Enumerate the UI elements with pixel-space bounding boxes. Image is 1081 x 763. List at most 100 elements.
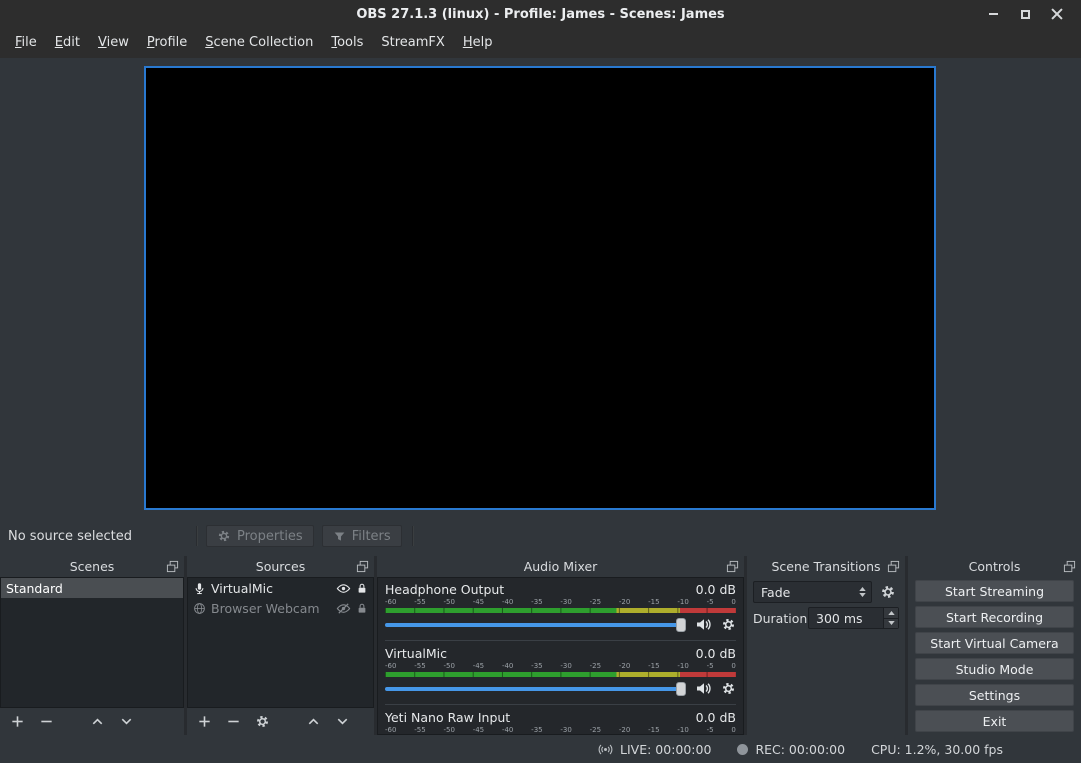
audio-mixer-body: Headphone Output 0.0 dB -60-55-50-45-40-…: [377, 577, 744, 735]
scene-transitions-header: Scene Transitions: [747, 556, 905, 577]
speaker-icon[interactable]: [695, 680, 712, 697]
gear-icon: [217, 529, 231, 543]
mixer-channel-yeti-nano: Yeti Nano Raw Input 0.0 dB -60-55-50-45-…: [385, 704, 736, 735]
minimize-button[interactable]: [977, 2, 1009, 26]
volume-slider[interactable]: [385, 623, 686, 627]
properties-button[interactable]: Properties: [206, 525, 314, 547]
combo-arrows-icon: [859, 582, 866, 602]
scenes-panel: Scenes Standard: [0, 556, 184, 735]
sources-panel-header: Sources: [187, 556, 374, 577]
meter-scale: -60-55-50-45-40-35-30-25-20-15-10-50: [385, 598, 736, 607]
filter-icon: [333, 530, 346, 543]
eye-slash-icon[interactable]: [336, 601, 351, 616]
source-properties-button[interactable]: [254, 714, 270, 730]
menu-tools[interactable]: Tools: [322, 28, 372, 58]
popout-icon[interactable]: [726, 560, 739, 573]
scene-transitions-title: Scene Transitions: [771, 559, 880, 574]
move-source-down-button[interactable]: [334, 714, 350, 730]
microphone-icon: [193, 582, 206, 595]
separator: [196, 526, 198, 546]
gear-icon[interactable]: [721, 617, 736, 632]
menu-view[interactable]: View: [89, 28, 138, 58]
exit-button[interactable]: Exit: [915, 710, 1074, 732]
menu-profile[interactable]: Profile: [138, 28, 196, 58]
menu-scene-collection[interactable]: Scene Collection: [196, 28, 322, 58]
maximize-button[interactable]: [1009, 2, 1041, 26]
gear-icon[interactable]: [721, 681, 736, 696]
controls-panel-header: Controls: [908, 556, 1081, 577]
meter-scale: -60-55-50-45-40-35-30-25-20-15-10-50: [385, 726, 736, 735]
close-button[interactable]: [1041, 2, 1073, 26]
source-context-status: No source selected: [0, 529, 196, 544]
channel-name: VirtualMic: [385, 646, 447, 661]
transition-properties-button[interactable]: [877, 581, 899, 603]
stats-text: CPU: 1.2%, 30.00 fps: [871, 742, 1003, 757]
sources-toolbar: [187, 708, 374, 735]
transition-select[interactable]: Fade: [753, 581, 872, 603]
menu-file[interactable]: File: [6, 28, 46, 58]
channel-level: 0.0 dB: [696, 646, 736, 661]
popout-icon[interactable]: [887, 560, 900, 573]
duration-spinbox[interactable]: 300 ms: [808, 607, 899, 629]
source-name: VirtualMic: [211, 581, 331, 596]
menu-help[interactable]: Help: [454, 28, 502, 58]
duration-increment-button[interactable]: [884, 608, 898, 618]
start-recording-button[interactable]: Start Recording: [915, 606, 1074, 628]
channel-name: Headphone Output: [385, 582, 504, 597]
remove-scene-button[interactable]: [38, 714, 54, 730]
separator: [412, 526, 414, 546]
eye-icon[interactable]: [336, 581, 351, 596]
duration-decrement-button[interactable]: [884, 618, 898, 629]
settings-button[interactable]: Settings: [915, 684, 1074, 706]
source-item-browser-webcam[interactable]: Browser Webcam: [188, 598, 373, 618]
sources-list: VirtualMic Browser Webcam: [187, 577, 374, 708]
sources-panel-title: Sources: [256, 559, 305, 574]
source-name: Browser Webcam: [211, 601, 331, 616]
start-streaming-button[interactable]: Start Streaming: [915, 580, 1074, 602]
start-virtual-camera-button[interactable]: Start Virtual Camera: [915, 632, 1074, 654]
volume-slider[interactable]: [385, 687, 686, 691]
move-source-up-button[interactable]: [305, 714, 321, 730]
filters-button[interactable]: Filters: [322, 525, 402, 547]
maximize-icon: [1021, 10, 1030, 19]
controls-panel-title: Controls: [969, 559, 1021, 574]
scene-item-standard[interactable]: Standard: [1, 578, 183, 598]
meter-scale: -60-55-50-45-40-35-30-25-20-15-10-50: [385, 662, 736, 671]
source-context-bar: No source selected Properties Filters: [0, 522, 1081, 550]
dock-area: Scenes Standard So: [0, 556, 1081, 735]
channel-level: 0.0 dB: [696, 710, 736, 725]
source-item-virtualmic[interactable]: VirtualMic: [188, 578, 373, 598]
duration-label: Duration: [753, 611, 803, 626]
lock-icon[interactable]: [356, 582, 368, 595]
minimize-icon: [989, 13, 998, 15]
menu-edit[interactable]: Edit: [46, 28, 89, 58]
menu-streamfx[interactable]: StreamFX: [372, 28, 453, 58]
volume-slider-handle[interactable]: [676, 618, 686, 632]
rec-time: REC: 00:00:00: [755, 742, 845, 757]
cpu-fps-stats: CPU: 1.2%, 30.00 fps: [871, 742, 1003, 757]
remove-source-button[interactable]: [225, 714, 241, 730]
popout-icon[interactable]: [166, 560, 179, 573]
controls-panel: Controls Start Streaming Start Recording…: [908, 556, 1081, 735]
add-scene-button[interactable]: [9, 714, 25, 730]
add-source-button[interactable]: [196, 714, 212, 730]
titlebar: OBS 27.1.3 (linux) - Profile: James - Sc…: [0, 0, 1081, 28]
scene-transitions-panel: Scene Transitions Fade: [747, 556, 905, 735]
popout-icon[interactable]: [1063, 560, 1076, 573]
audio-mixer-header: Audio Mixer: [377, 556, 744, 577]
volume-slider-handle[interactable]: [676, 682, 686, 696]
menubar: FileEditViewProfileScene CollectionTools…: [0, 28, 1081, 58]
move-scene-down-button[interactable]: [118, 714, 134, 730]
transition-select-value: Fade: [761, 585, 790, 600]
mixer-channel-virtualmic: VirtualMic 0.0 dB -60-55-50-45-40-35-30-…: [385, 640, 736, 699]
record-dot-icon: [737, 744, 748, 755]
audio-mixer-panel: Audio Mixer Headphone Output 0.0 dB -60-…: [377, 556, 744, 735]
preview-canvas[interactable]: [144, 66, 936, 510]
scenes-toolbar: [0, 708, 184, 735]
speaker-icon[interactable]: [695, 616, 712, 633]
lock-icon[interactable]: [356, 602, 368, 615]
popout-icon[interactable]: [356, 560, 369, 573]
studio-mode-button[interactable]: Studio Mode: [915, 658, 1074, 680]
move-scene-up-button[interactable]: [89, 714, 105, 730]
filters-button-label: Filters: [352, 529, 391, 544]
